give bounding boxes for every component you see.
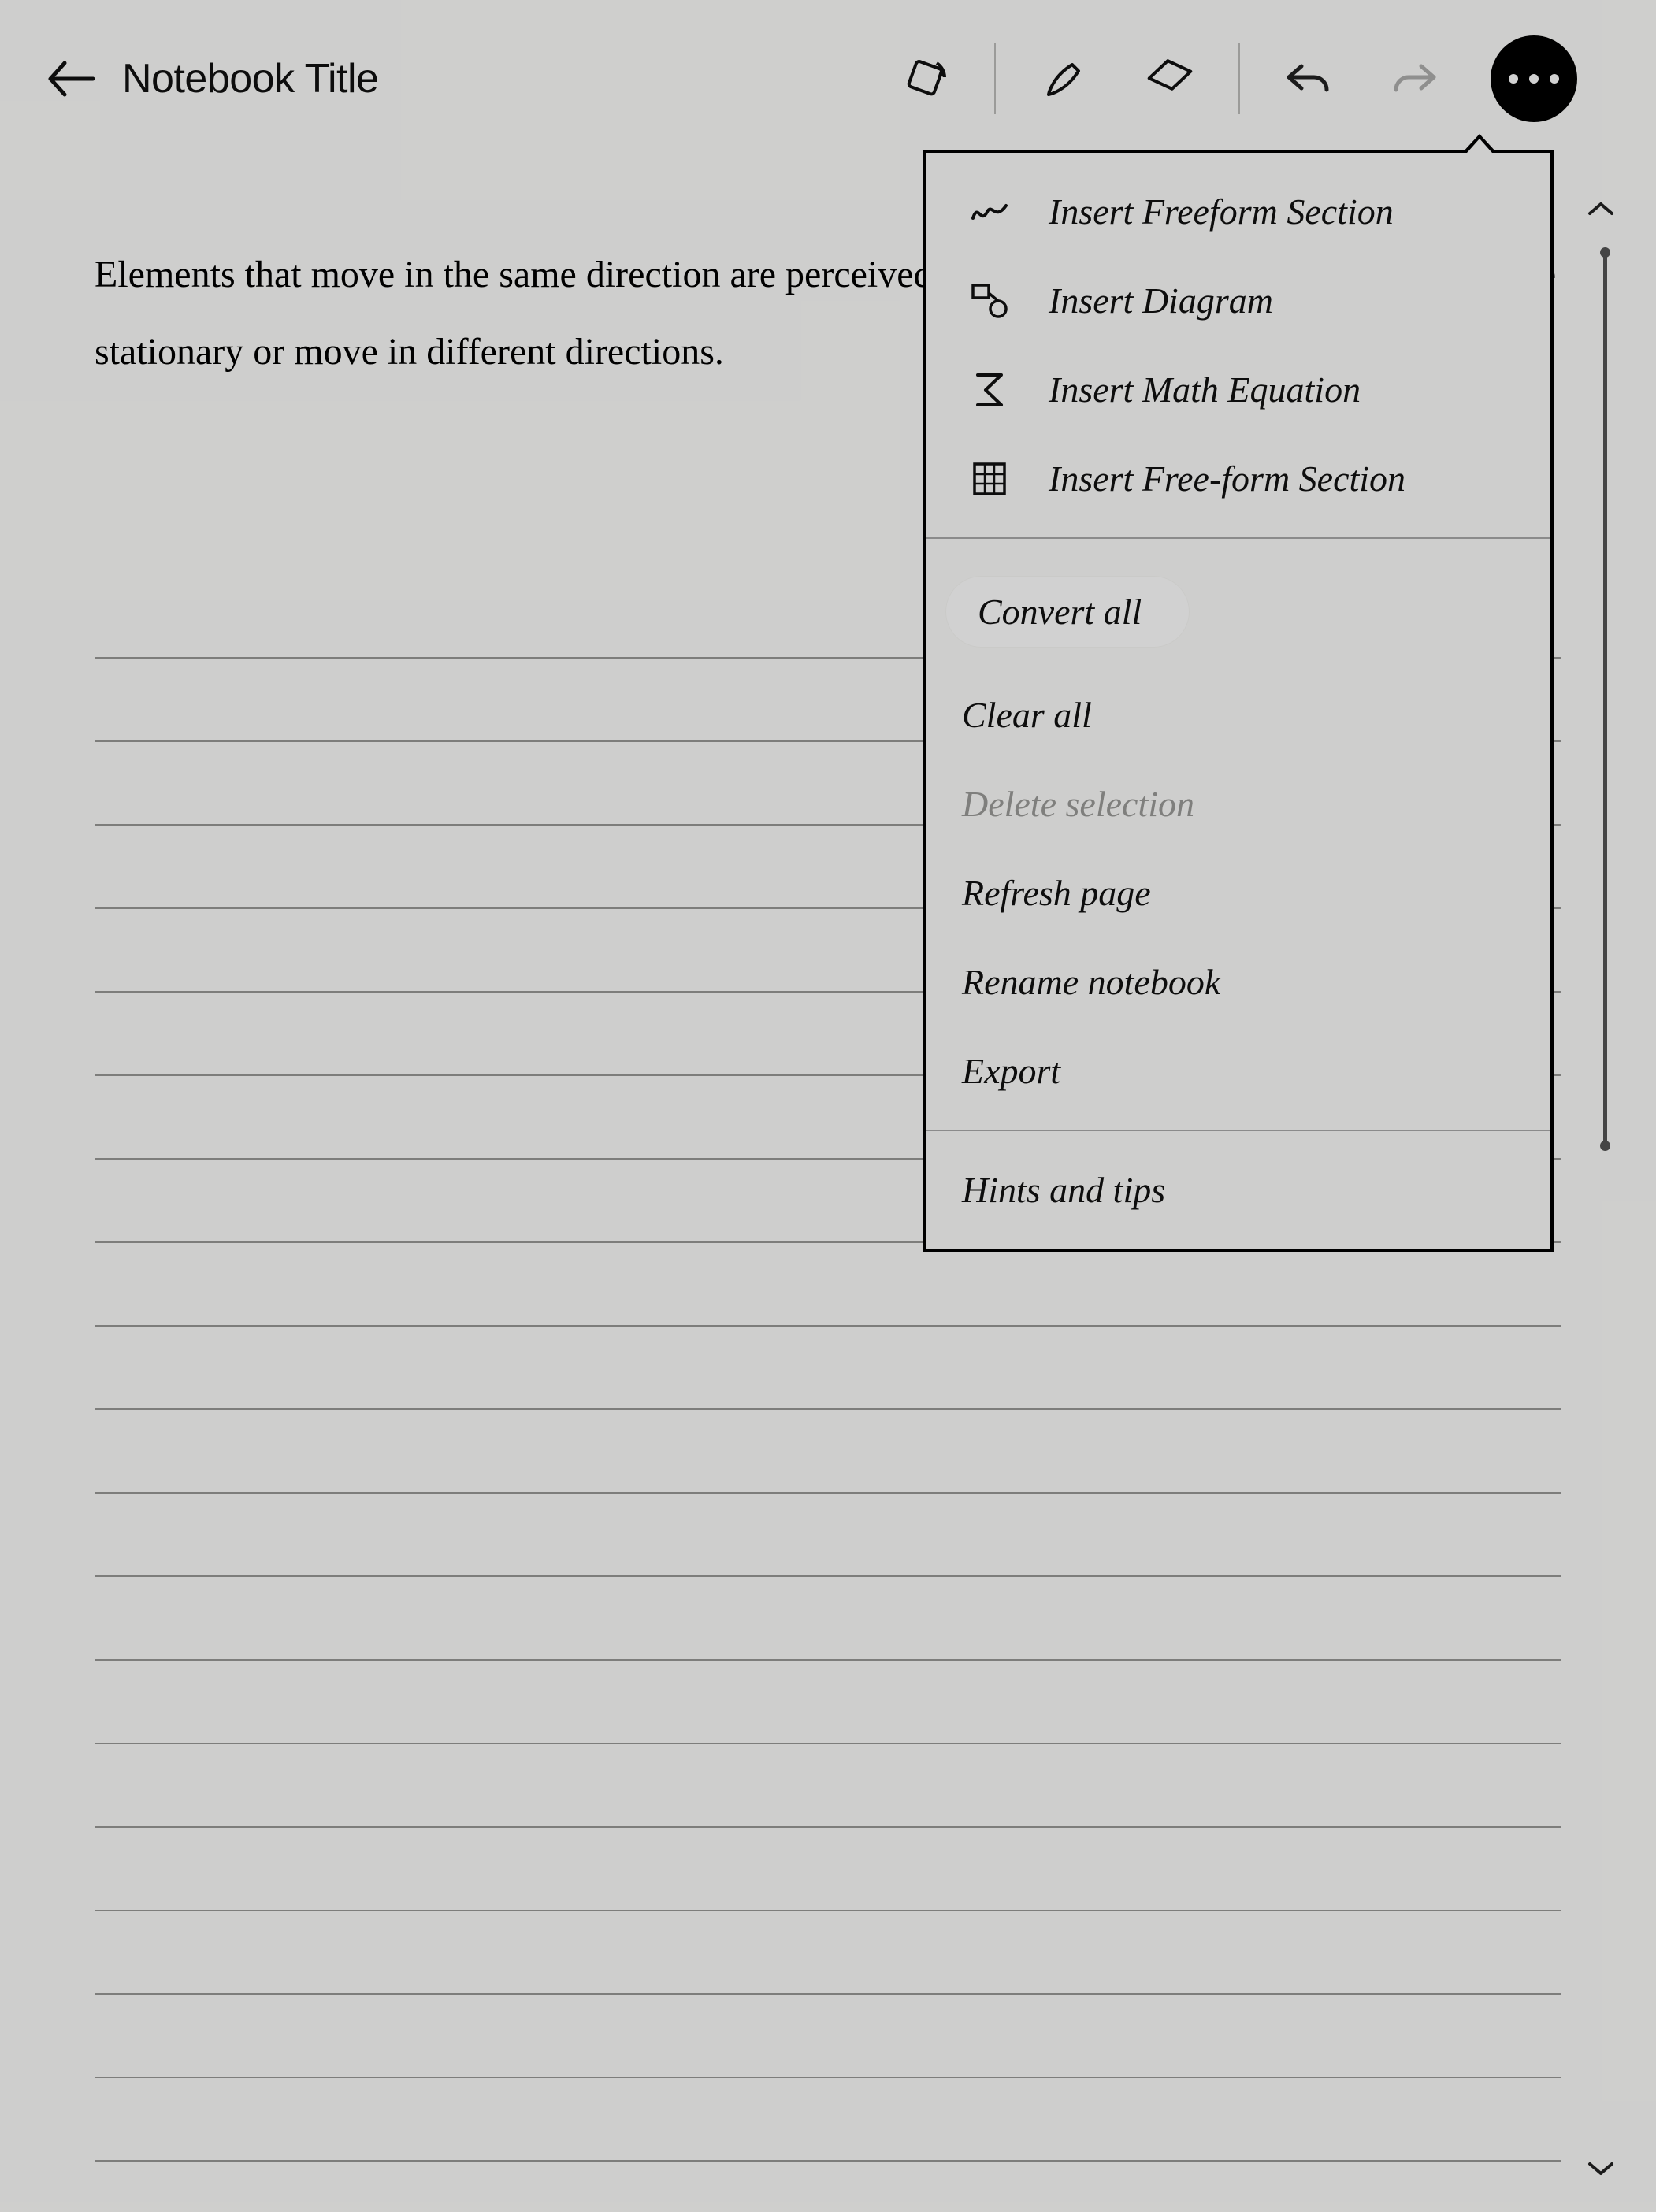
pen-icon: [1041, 55, 1088, 102]
scroll-down-button[interactable]: [1581, 2149, 1621, 2188]
redo-icon: [1390, 58, 1439, 99]
menu-item-clear-all[interactable]: Clear all: [926, 670, 1550, 759]
toolbar-divider: [1238, 43, 1240, 114]
scroll-up-button[interactable]: [1581, 189, 1621, 228]
menu-section-footer: Hints and tips: [926, 1131, 1550, 1249]
grid-icon: [962, 461, 1017, 497]
undo-button[interactable]: [1273, 43, 1344, 114]
scrollbar-track[interactable]: [1603, 252, 1607, 2117]
menu-item-insert-math[interactable]: Insert Math Equation: [926, 345, 1550, 434]
freeform-icon: [962, 195, 1017, 229]
more-dots-icon: [1550, 74, 1559, 84]
menu-item-label: Insert Freeform Section: [1049, 191, 1394, 232]
chevron-down-icon: [1587, 2159, 1615, 2178]
eraser-icon: [1145, 55, 1195, 102]
menu-item-label: Export: [962, 1050, 1060, 1092]
menu-item-label: Delete selection: [962, 783, 1194, 825]
menu-item-delete-selection: Delete selection: [926, 759, 1550, 848]
menu-item-insert-freeform-grid[interactable]: Insert Free-form Section: [926, 434, 1550, 523]
rotate-icon: [902, 55, 949, 102]
menu-section-actions: Convert all Clear all Delete selection R…: [926, 539, 1550, 1130]
menu-item-refresh-page[interactable]: Refresh page: [926, 848, 1550, 937]
menu-item-label: Insert Free-form Section: [1049, 458, 1405, 499]
menu-item-insert-freeform[interactable]: Insert Freeform Section: [926, 167, 1550, 256]
pen-tool[interactable]: [1029, 43, 1100, 114]
menu-item-label: Convert all: [978, 592, 1142, 632]
undo-icon: [1284, 58, 1333, 99]
scrollbar-thumb[interactable]: [1603, 252, 1607, 1146]
more-dots-icon: [1509, 74, 1518, 84]
menu-item-convert-all[interactable]: Convert all: [926, 553, 1550, 670]
menu-item-rename-notebook[interactable]: Rename notebook: [926, 937, 1550, 1026]
rotate-tool[interactable]: [890, 43, 961, 114]
diagram-icon: [962, 282, 1017, 320]
more-menu: Insert Freeform Section Insert Diagram I…: [923, 150, 1554, 1252]
notebook-title[interactable]: Notebook Title: [122, 55, 378, 102]
menu-item-label: Refresh page: [962, 872, 1151, 914]
redo-button[interactable]: [1379, 43, 1450, 114]
chevron-up-icon: [1587, 199, 1615, 218]
menu-item-export[interactable]: Export: [926, 1026, 1550, 1115]
menu-pointer: [1462, 134, 1497, 153]
menu-item-label: Insert Diagram: [1049, 280, 1273, 321]
menu-item-label: Hints and tips: [962, 1169, 1165, 1211]
toolbar-divider: [994, 43, 996, 114]
menu-item-label: Clear all: [962, 694, 1092, 736]
menu-item-label: Insert Math Equation: [1049, 369, 1361, 410]
back-button[interactable]: [43, 51, 98, 106]
eraser-tool[interactable]: [1134, 43, 1205, 114]
menu-item-insert-diagram[interactable]: Insert Diagram: [926, 256, 1550, 345]
menu-item-hints-tips[interactable]: Hints and tips: [926, 1145, 1550, 1234]
more-dots-icon: [1529, 74, 1539, 84]
back-arrow-icon: [47, 59, 95, 98]
menu-section-insert: Insert Freeform Section Insert Diagram I…: [926, 153, 1550, 537]
top-bar: Notebook Title: [0, 0, 1656, 158]
menu-item-label: Rename notebook: [962, 961, 1220, 1003]
more-menu-button[interactable]: [1491, 35, 1577, 122]
math-icon: [962, 370, 1017, 410]
